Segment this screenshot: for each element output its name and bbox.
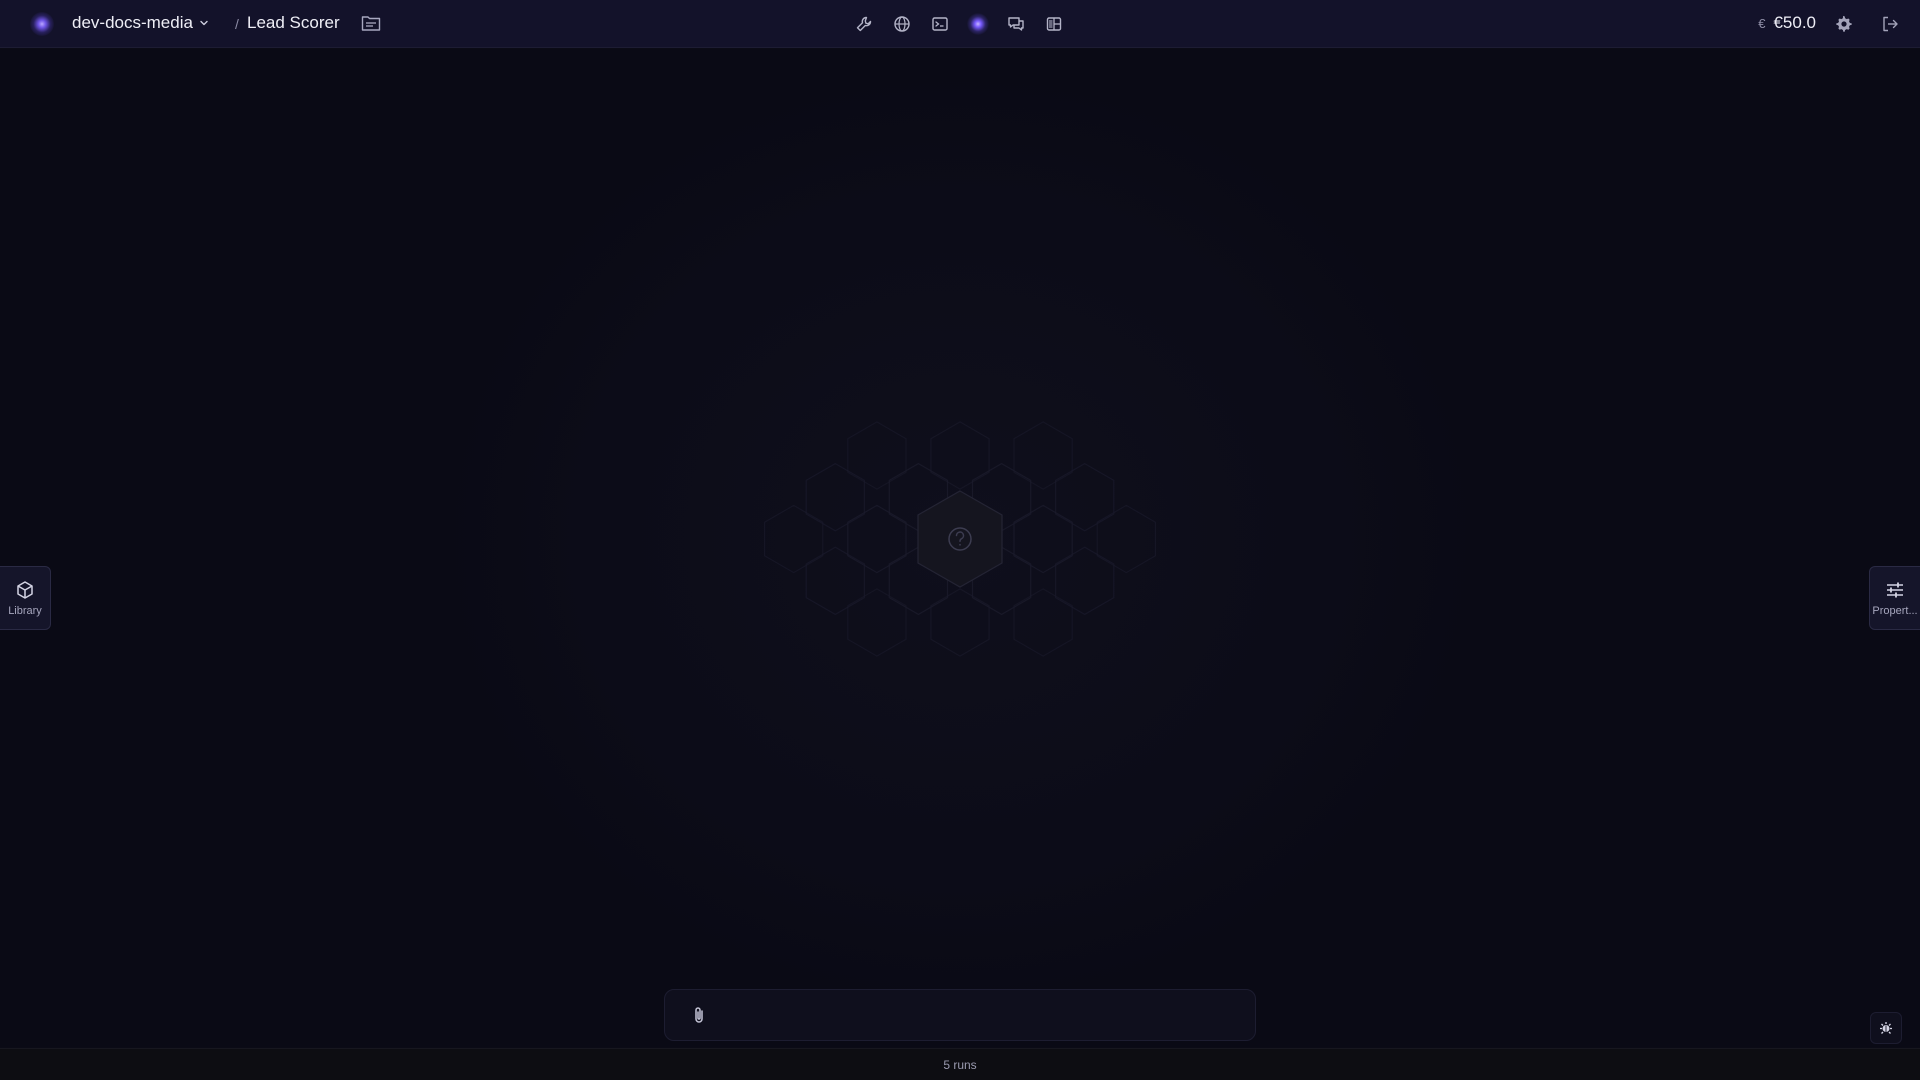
layout-icon xyxy=(1046,17,1062,31)
sliders-icon xyxy=(1887,582,1903,597)
properties-label: Propert... xyxy=(1872,604,1918,617)
honeycomb-cell xyxy=(763,504,824,574)
chat-icon xyxy=(1008,17,1024,31)
web-button[interactable] xyxy=(890,12,914,36)
workflow-canvas[interactable]: Library Propert... xyxy=(0,49,1920,1047)
chat-button[interactable] xyxy=(1004,12,1028,36)
library-panel-toggle[interactable]: Library xyxy=(0,566,51,630)
project-name[interactable]: Lead Scorer xyxy=(247,13,340,33)
honeycomb-cell xyxy=(847,504,907,574)
globe-icon xyxy=(894,16,910,32)
terminal-button[interactable] xyxy=(928,12,952,36)
credits-amount: €50.0 xyxy=(1773,13,1816,32)
euro-icon: € xyxy=(1758,15,1766,31)
center-toolbar xyxy=(852,12,1066,36)
top-bar: dev-docs-media / Lead Scorer € €50.0 xyxy=(0,0,1920,48)
gear-icon xyxy=(1836,15,1852,32)
debug-button[interactable] xyxy=(1870,1012,1902,1044)
honeycomb-cell xyxy=(1055,462,1115,532)
honeycomb-cell xyxy=(1013,504,1073,574)
breadcrumb-separator: / xyxy=(235,16,239,32)
status-bar: 5 runs xyxy=(0,1048,1920,1080)
honeycomb-cell xyxy=(847,421,907,490)
honeycomb-cell xyxy=(805,462,865,532)
properties-panel-toggle[interactable]: Propert... xyxy=(1869,566,1920,630)
empty-state-hexagon-graphic xyxy=(763,421,1156,657)
agent-orb-button[interactable] xyxy=(966,12,990,36)
attach-button[interactable] xyxy=(687,1003,711,1027)
chevron-down-icon xyxy=(200,20,208,26)
app-logo-icon[interactable] xyxy=(30,12,54,36)
honeycomb-cell xyxy=(1013,588,1073,657)
chat-input-bar xyxy=(664,989,1256,1041)
orb-icon xyxy=(967,13,989,35)
terminal-icon xyxy=(932,17,948,31)
credits-balance[interactable]: € €50.0 xyxy=(1758,13,1816,33)
wrench-icon xyxy=(856,16,872,32)
logout-button[interactable] xyxy=(1878,12,1902,36)
bug-icon xyxy=(1880,1022,1892,1034)
workspace-name: dev-docs-media xyxy=(72,13,193,32)
folder-icon xyxy=(361,16,381,31)
runs-count[interactable]: 5 runs xyxy=(943,1058,976,1072)
settings-button[interactable] xyxy=(1832,12,1856,36)
honeycomb-cell xyxy=(930,588,990,657)
honeycomb-cell xyxy=(805,546,865,616)
logout-icon xyxy=(1883,16,1898,32)
honeycomb-cell xyxy=(847,588,907,657)
chat-message-input[interactable] xyxy=(711,990,1255,1040)
honeycomb-cell xyxy=(1055,546,1115,616)
project-files-button[interactable] xyxy=(358,11,384,35)
layout-button[interactable] xyxy=(1042,12,1066,36)
tools-button[interactable] xyxy=(852,12,876,36)
honeycomb-cell xyxy=(1096,504,1156,574)
workspace-selector[interactable]: dev-docs-media xyxy=(72,13,209,33)
library-label: Library xyxy=(8,604,42,617)
honeycomb-cell xyxy=(1013,421,1073,490)
honeycomb-cell xyxy=(930,421,990,490)
cube-icon xyxy=(17,580,33,599)
paperclip-icon xyxy=(695,1007,703,1023)
